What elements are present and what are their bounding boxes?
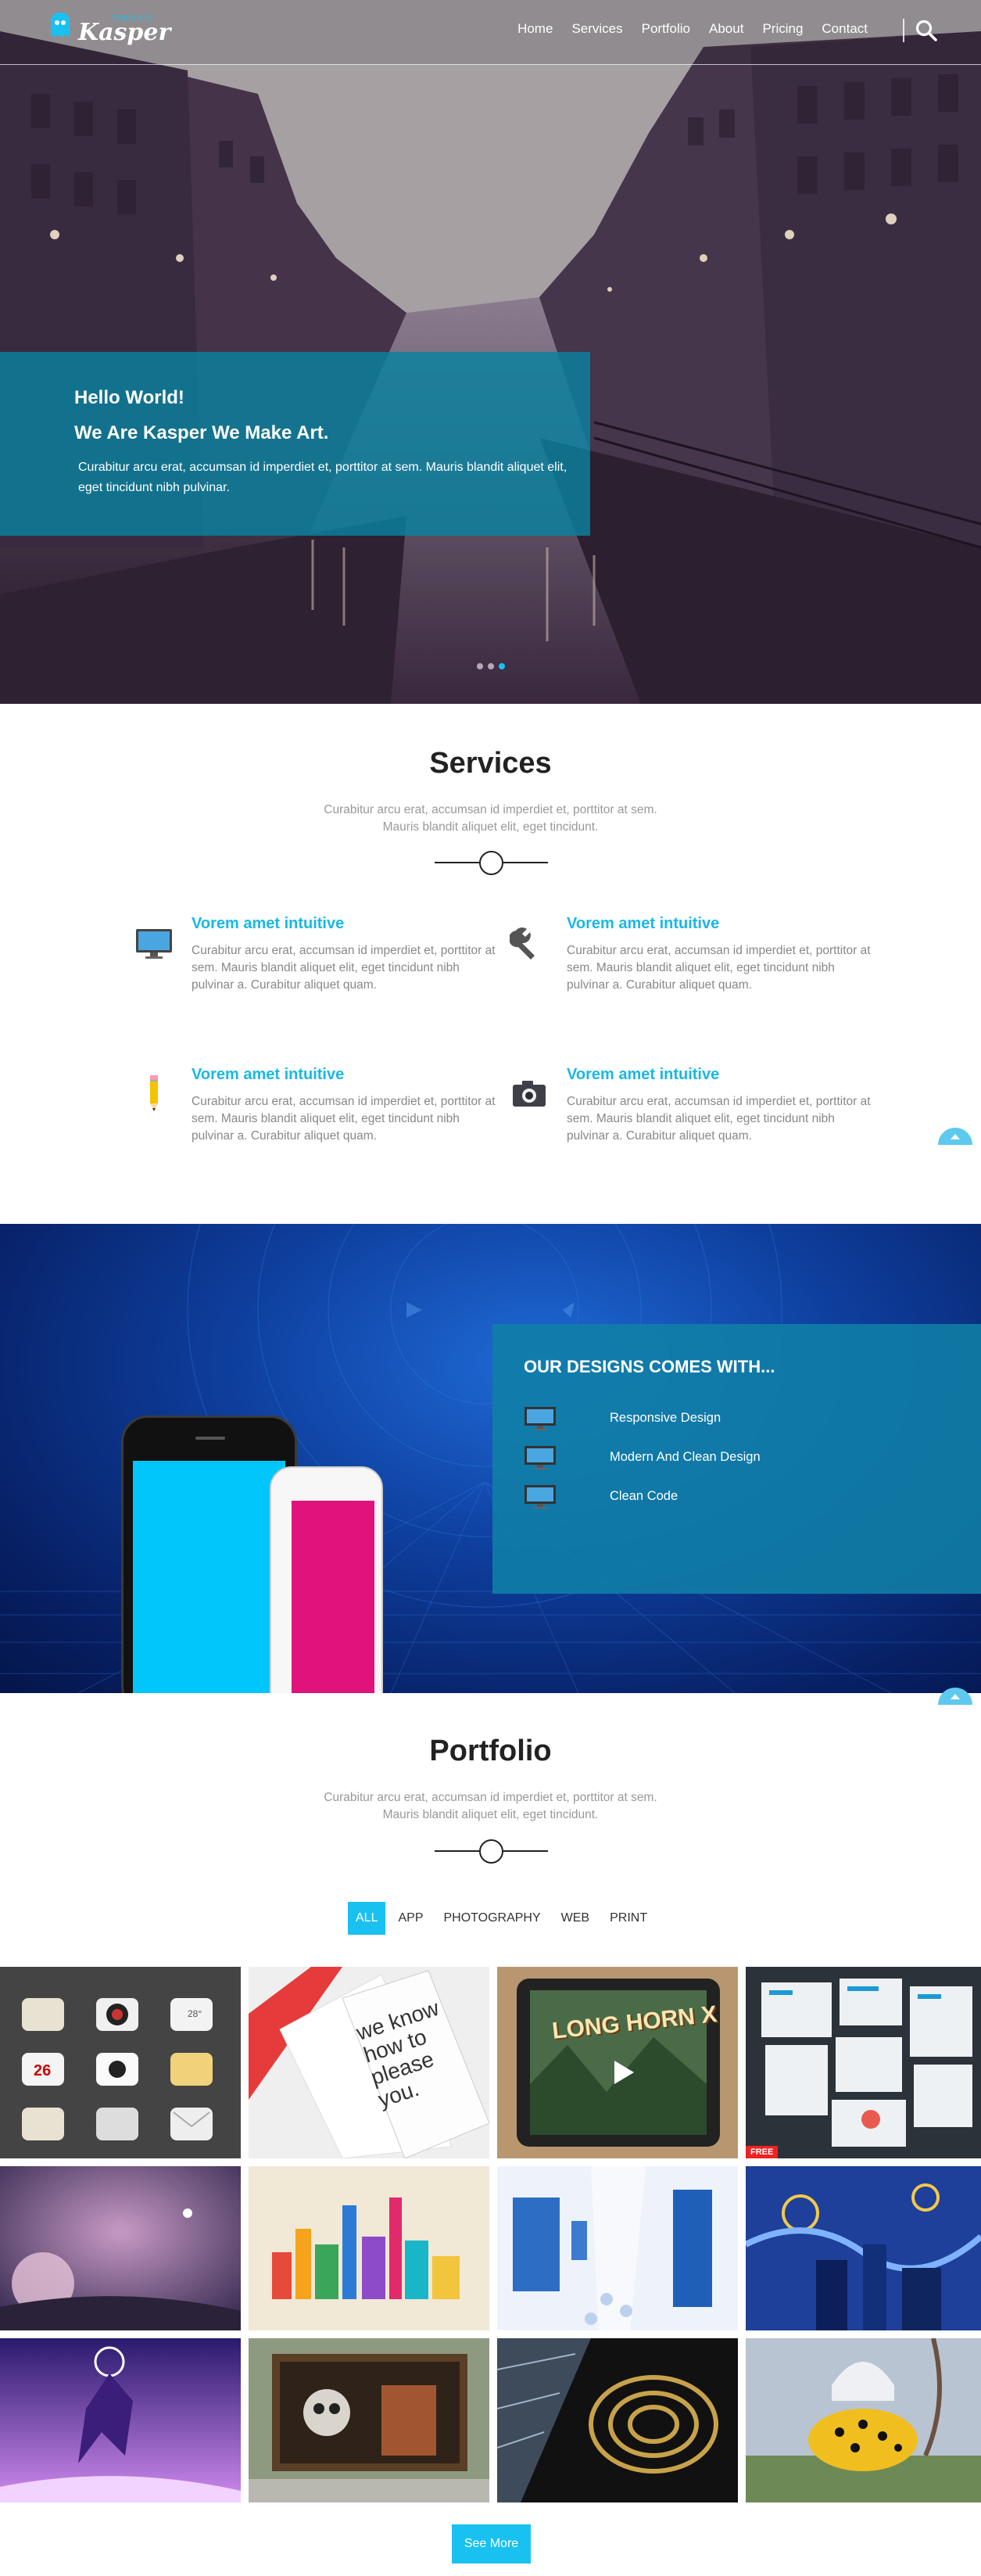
top-navbar: TEMPLATE Kasper Home Services Portfolio … <box>0 0 981 65</box>
feature-item: Responsive Design <box>524 1406 930 1431</box>
feature-item: Clean Code <box>524 1484 930 1509</box>
service-text: Curabitur arcu erat, accumsan id imperdi… <box>567 1095 871 1143</box>
service-title: Vorem amet intuitive <box>192 1066 345 1083</box>
monitor-icon <box>525 1485 556 1509</box>
nav-link-portfolio[interactable]: Portfolio <box>632 21 700 37</box>
services-description: Curabitur arcu erat, accumsan id imperdi… <box>324 803 657 834</box>
portfolio-description: Curabitur arcu erat, accumsan id imperdi… <box>324 1791 657 1821</box>
monitor-icon <box>136 929 172 959</box>
feature-label: Responsive Design <box>610 1411 721 1425</box>
search-icon[interactable] <box>915 19 938 42</box>
scroll-to-top-button[interactable] <box>938 1128 972 1145</box>
portfolio-item-app-icons[interactable]: 26 28° <box>0 1967 241 2158</box>
portfolio-filters: ALL APP PHOTOGRAPHY WEB PRINT <box>348 1902 660 1935</box>
service-title: Vorem amet intuitive <box>192 915 345 932</box>
slider-bullet-1[interactable] <box>477 663 483 669</box>
phone-mockup-white <box>270 1466 383 1693</box>
camera-icon <box>513 1081 546 1107</box>
hero-headline: Hello World! <box>74 387 184 408</box>
portfolio-item-print[interactable]: we know how to please you. <box>249 1967 489 2158</box>
phone-screen <box>292 1501 374 1693</box>
filter-photography[interactable]: PHOTOGRAPHY <box>435 1902 548 1935</box>
feature-label: Clean Code <box>610 1489 678 1503</box>
portfolio-title: Portfolio <box>429 1735 552 1767</box>
nav-link-contact[interactable]: Contact <box>812 21 877 37</box>
service-text: Curabitur arcu erat, accumsan id imperdi… <box>567 944 871 992</box>
hero-caption-box: Hello World! We Are Kasper We Make Art. … <box>0 352 590 536</box>
site-logo[interactable]: TEMPLATE Kasper <box>48 11 170 52</box>
services-divider <box>435 849 548 876</box>
portfolio-item-santorini-photo[interactable] <box>497 2166 738 2330</box>
filter-print[interactable]: PRINT <box>602 1902 655 1935</box>
monitor-icon <box>525 1446 556 1469</box>
wrench-icon <box>510 927 535 960</box>
nav-link-pricing[interactable]: Pricing <box>753 21 812 37</box>
portfolio-item-pumpkin-sculpture[interactable] <box>746 2338 981 2502</box>
logo-text: Kasper <box>78 19 171 46</box>
portfolio-item-astronaut-art[interactable] <box>0 2338 241 2502</box>
portfolio-divider <box>435 1838 548 1864</box>
portfolio-item-skyline-print[interactable] <box>249 2166 489 2330</box>
nav-link-services[interactable]: Services <box>562 21 632 37</box>
slider-bullet-3-active[interactable] <box>499 663 505 669</box>
features-section: OUR DESIGNS COMES WITH... Responsive Des… <box>0 1224 981 1693</box>
nav-menu: Home Services Portfolio About Pricing Co… <box>508 21 877 37</box>
service-text: Curabitur arcu erat, accumsan id imperdi… <box>192 944 496 992</box>
services-title: Services <box>429 747 552 780</box>
weather-temp-text: 28° <box>188 2008 202 2019</box>
see-more-button[interactable]: See More <box>452 2524 531 2563</box>
feature-item: Modern And Clean Design <box>524 1445 930 1470</box>
slider-bullet-2[interactable] <box>488 663 494 669</box>
portfolio-item-skull-display[interactable] <box>249 2338 489 2502</box>
hero-slider: TEMPLATE Kasper Home Services Portfolio … <box>0 0 981 704</box>
portfolio-item-web-ui-kit[interactable]: FREE <box>746 1967 981 2158</box>
nav-separator <box>903 19 904 42</box>
service-text: Curabitur arcu erat, accumsan id imperdi… <box>192 1095 496 1143</box>
service-title: Vorem amet intuitive <box>567 1066 720 1083</box>
service-title: Vorem amet intuitive <box>567 915 720 932</box>
pencil-icon <box>150 1075 158 1111</box>
free-badge: FREE <box>746 2146 779 2158</box>
portfolio-item-starry-night[interactable] <box>746 2166 981 2330</box>
portfolio-item-fantasy-art[interactable] <box>0 2166 241 2330</box>
features-title: OUR DESIGNS COMES WITH... <box>524 1357 775 1376</box>
phone-screen <box>133 1461 285 1693</box>
nav-link-about[interactable]: About <box>700 21 753 37</box>
filter-all[interactable]: ALL <box>348 1902 386 1935</box>
monitor-icon <box>525 1407 556 1430</box>
filter-app[interactable]: APP <box>390 1902 431 1935</box>
hero-subheadline: We Are Kasper We Make Art. <box>74 422 329 443</box>
slider-bullets <box>477 663 505 669</box>
hero-description: Curabitur arcu erat, accumsan id imperdi… <box>78 461 567 494</box>
calendar-date-text: 26 <box>34 2062 52 2079</box>
portfolio-item-architecture-photo[interactable] <box>497 2338 738 2502</box>
features-box: OUR DESIGNS COMES WITH... Responsive Des… <box>492 1324 981 1594</box>
nav-link-home[interactable]: Home <box>508 21 562 37</box>
portfolio-item-game[interactable]: LONG HORN X <box>497 1967 738 2158</box>
feature-label: Modern And Clean Design <box>610 1450 761 1464</box>
filter-web[interactable]: WEB <box>553 1902 597 1935</box>
ghost-logo-icon <box>51 13 70 38</box>
